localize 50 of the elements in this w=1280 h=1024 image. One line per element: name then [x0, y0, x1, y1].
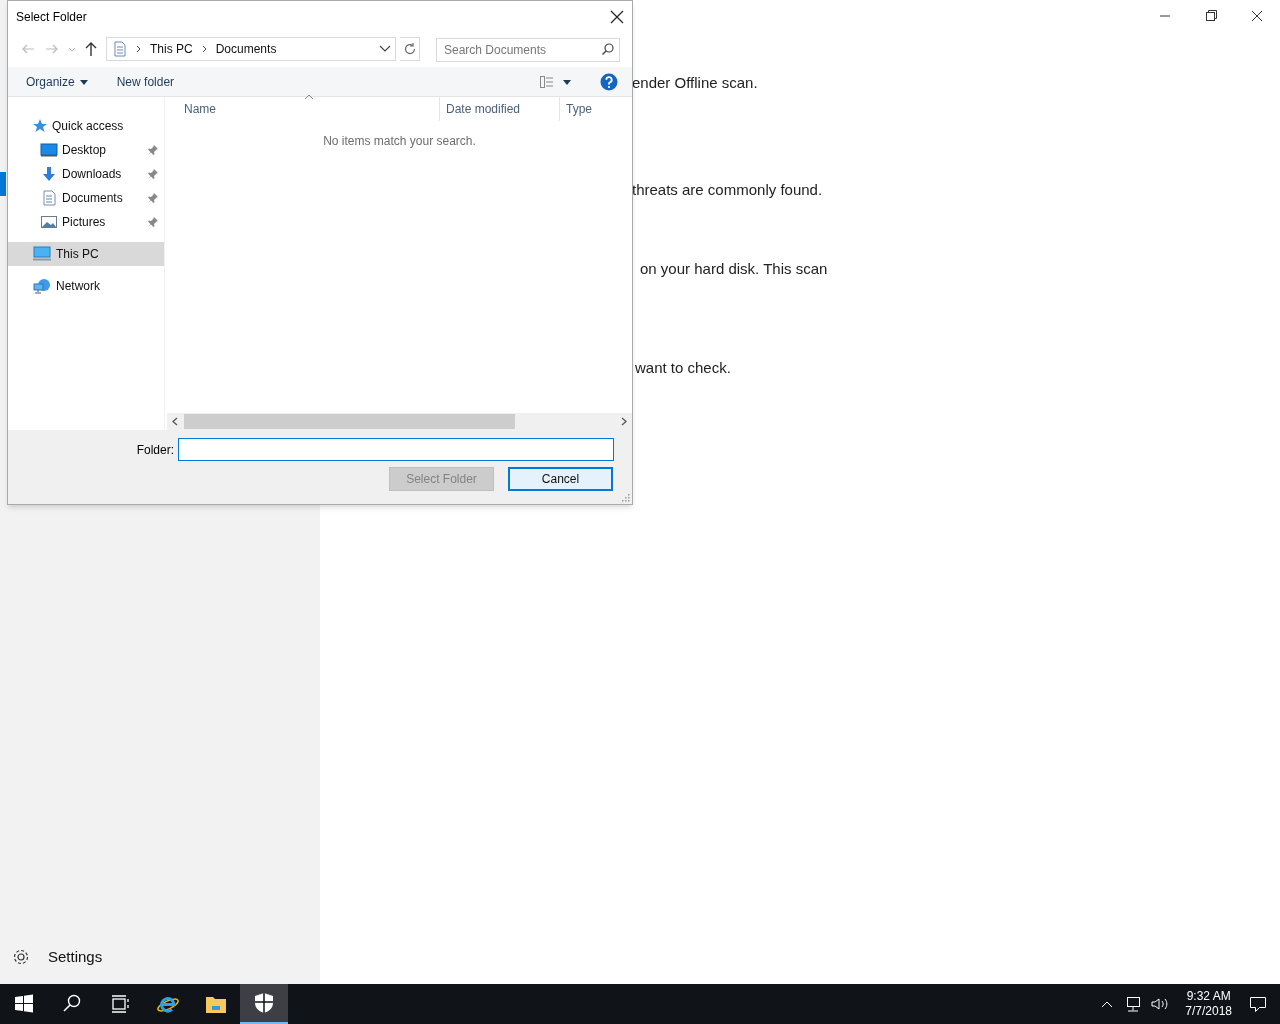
tree-item[interactable]: Network — [8, 274, 164, 298]
address-bar[interactable]: This PC Documents — [106, 37, 396, 61]
desktop-icon — [40, 142, 58, 158]
body-text: ender Offline scan. — [632, 73, 758, 93]
computer-icon — [32, 246, 52, 262]
tree-item[interactable]: This PC — [8, 242, 164, 266]
refresh-icon — [402, 42, 417, 56]
tree-item[interactable]: Documents — [8, 186, 164, 210]
window-title: Select Folder — [16, 8, 87, 26]
view-options-icon[interactable] — [538, 74, 574, 89]
caret-icon — [78, 77, 89, 86]
breadcrumb-item[interactable]: This PC — [146, 40, 197, 58]
chevron-icon — [201, 45, 207, 53]
column-header[interactable]: Type — [559, 97, 629, 121]
clock[interactable]: 9:32 AM 7/7/2018 — [1179, 989, 1238, 1019]
selection-indicator — [0, 172, 6, 196]
column-header[interactable]: Name — [167, 97, 439, 121]
horizontal-scrollbar[interactable] — [167, 413, 632, 430]
body-text: on your hard disk. This scan — [640, 259, 828, 279]
tree-item[interactable]: Pictures — [8, 210, 164, 234]
folder-label: Folder: — [136, 441, 174, 459]
column-header[interactable]: Date modified — [439, 97, 559, 121]
breadcrumb-item[interactable]: Documents — [211, 40, 281, 58]
shield-icon[interactable] — [252, 991, 276, 1015]
search-icon[interactable] — [601, 41, 615, 56]
body-text: want to check. — [635, 358, 731, 378]
network-icon — [32, 278, 52, 294]
sort-caret-icon — [304, 94, 314, 100]
star-icon — [32, 118, 48, 134]
empty-message: No items match your search. — [322, 133, 477, 150]
tree-item[interactable]: Desktop — [8, 138, 164, 162]
scrollbar-thumb[interactable] — [184, 414, 515, 429]
organize-menu[interactable]: Organize — [20, 69, 95, 94]
folder-input[interactable] — [178, 438, 614, 461]
tree-item[interactable]: Quick access — [8, 114, 164, 138]
down-arrow-icon — [40, 166, 58, 182]
body-text: threats are commonly found. — [632, 180, 823, 200]
tree-item[interactable]: Downloads — [8, 162, 164, 186]
resize-grip-icon — [622, 494, 630, 502]
new-folder-button[interactable]: New folder — [112, 69, 179, 94]
dialog-button[interactable]: Cancel — [508, 467, 613, 491]
help-icon[interactable] — [600, 72, 618, 91]
notifications-icon[interactable] — [1248, 995, 1268, 1013]
chevron-icon — [136, 45, 141, 53]
settings-icon[interactable] — [12, 947, 30, 966]
document-icon — [40, 190, 58, 206]
picture-icon — [40, 214, 58, 230]
settings-link[interactable]: Settings — [48, 945, 103, 968]
search-field[interactable]: Search Documents — [436, 37, 620, 62]
refresh-button[interactable] — [400, 37, 420, 61]
